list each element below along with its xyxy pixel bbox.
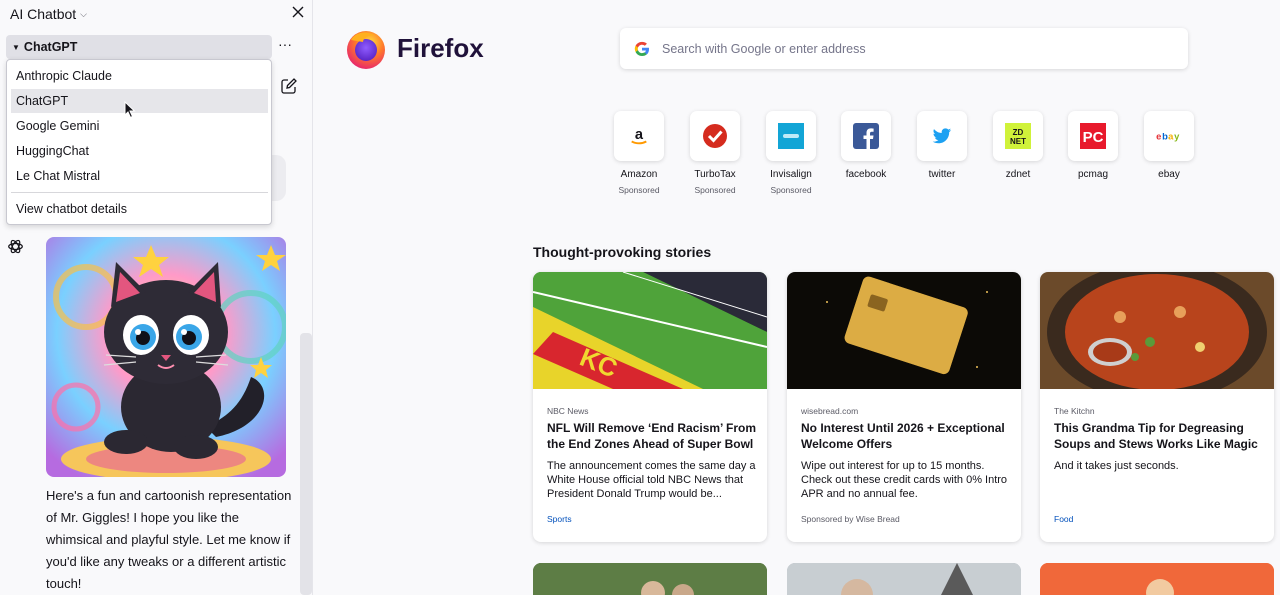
pcmag-icon: PC: [1080, 123, 1106, 149]
provider-select-value: ChatGPT: [23, 40, 78, 54]
shortcut-label: Amazon: [620, 169, 658, 180]
story-category[interactable]: Sports: [547, 514, 572, 524]
amazon-icon: a: [631, 127, 647, 145]
svg-text:ZD: ZD: [1013, 128, 1024, 137]
story-card-wisebread[interactable]: wisebread.com No Interest Until 2026 + E…: [787, 272, 1021, 542]
shortcut-label: ebay: [1158, 169, 1180, 180]
story-card-kitchn[interactable]: The Kitchn This Grandma Tip for Degreasi…: [1040, 272, 1274, 542]
story-title: NFL Will Remove ‘End Racism’ From the En…: [547, 421, 757, 451]
dropdown-item-mistral[interactable]: Le Chat Mistral: [11, 164, 268, 188]
provider-dropdown: Anthropic Claude ChatGPT Google Gemini H…: [6, 59, 272, 225]
story-sponsor: Sponsored by Wise Bread: [801, 514, 900, 524]
dropdown-divider: [11, 192, 268, 193]
shortcut-tile: a: [614, 111, 664, 161]
shortcut-pcmag[interactable]: PC pcmag: [1067, 111, 1119, 180]
shortcut-ebay[interactable]: e b a y ebay: [1143, 111, 1195, 180]
provider-select[interactable]: ▼ ChatGPT: [6, 35, 272, 59]
story-card-partial[interactable]: [533, 563, 767, 595]
generated-cat-image: [46, 237, 286, 477]
search-placeholder: Search with Google or enter address: [662, 41, 866, 56]
story-source: NBC News: [547, 406, 589, 416]
assistant-reply-text: Here's a fun and cartoonish representati…: [46, 488, 292, 591]
story-description: And it takes just seconds.: [1054, 460, 1179, 472]
shortcut-tile: [917, 111, 967, 161]
svg-text:y: y: [1174, 130, 1180, 141]
google-icon: [634, 41, 649, 56]
story-title: This Grandma Tip for Degreasing Soups an…: [1054, 421, 1258, 451]
shortcut-twitter[interactable]: twitter: [916, 111, 968, 180]
dropdown-item-claude[interactable]: Anthropic Claude: [11, 64, 268, 88]
story-card-partial[interactable]: [787, 563, 1021, 595]
sidebar-header: AI Chatbot ⌵: [0, 0, 313, 30]
shortcut-label: zdnet: [1005, 169, 1031, 180]
story-card-nfl[interactable]: KC NBC News NFL Will Remove ‘End Racism’…: [533, 272, 767, 542]
shortcut-tile: [841, 111, 891, 161]
edit-icon: [281, 78, 297, 94]
story-description: Wipe out interest for up to 15 months. C…: [801, 460, 1008, 500]
shortcut-turbotax[interactable]: TurboTax Sponsored: [689, 111, 741, 195]
invisalign-icon: [778, 123, 804, 149]
shortcut-amazon[interactable]: a Amazon Sponsored: [613, 111, 665, 195]
new-tab-page: Firefox Search with Google or enter addr…: [313, 0, 1280, 595]
sidebar-scrollbar[interactable]: [300, 333, 312, 595]
sidebar-title-menu[interactable]: AI Chatbot ⌵: [10, 6, 87, 22]
sidebar-title: AI Chatbot: [10, 6, 77, 22]
svg-text:e: e: [1156, 130, 1161, 141]
story-title: No Interest Until 2026 + Exceptional Wel…: [801, 421, 1005, 451]
story-image: [1040, 272, 1274, 389]
ai-chatbot-sidebar: AI Chatbot ⌵ ▼ ChatGPT ··· Anthropic Cla…: [0, 0, 313, 595]
story-source: wisebread.com: [801, 406, 859, 416]
story-source: The Kitchn: [1054, 406, 1095, 416]
shortcut-label: Invisalign: [770, 169, 812, 180]
firefox-logo-icon: [345, 28, 387, 70]
svg-text:NET: NET: [1010, 137, 1026, 146]
view-chatbot-details[interactable]: View chatbot details: [11, 197, 268, 221]
new-chat-button[interactable]: [280, 77, 298, 95]
shortcut-sponsored: Sponsored: [770, 185, 812, 195]
turbotax-icon: [703, 124, 727, 148]
shortcut-sponsored: Sponsored: [618, 185, 660, 195]
more-options-button[interactable]: ···: [278, 37, 294, 54]
chevron-down-icon: ▼: [12, 42, 20, 52]
story-image: [787, 272, 1021, 389]
close-icon: [292, 6, 304, 18]
dropdown-item-chatgpt[interactable]: ChatGPT: [11, 89, 268, 113]
stories-section-title: Thought-provoking stories: [533, 244, 712, 260]
chevron-down-icon: ⌵: [80, 9, 87, 19]
shortcut-label: twitter: [928, 169, 956, 180]
shortcut-sponsored: Sponsored: [694, 185, 736, 195]
story-image: KC: [533, 272, 767, 389]
search-input[interactable]: Search with Google or enter address: [620, 28, 1188, 69]
shortcut-zdnet[interactable]: ZD NET zdnet: [992, 111, 1044, 180]
shortcut-tile: ZD NET: [993, 111, 1043, 161]
story-card-partial[interactable]: [1040, 563, 1274, 595]
shortcut-label: pcmag: [1077, 169, 1108, 180]
shortcut-tile: [766, 111, 816, 161]
story-category[interactable]: Food: [1054, 514, 1073, 524]
story-description: The announcement comes the same day a Wh…: [547, 460, 756, 500]
chatgpt-logo-icon: [7, 238, 24, 255]
svg-text:PC: PC: [1083, 129, 1104, 146]
dropdown-item-huggingchat[interactable]: HuggingChat: [11, 139, 268, 163]
shortcut-tile: PC: [1068, 111, 1118, 161]
zdnet-icon: ZD NET: [1005, 123, 1031, 149]
svg-text:b: b: [1162, 130, 1168, 141]
svg-text:a: a: [635, 127, 644, 143]
close-sidebar-button[interactable]: [291, 5, 309, 23]
shortcut-label: facebook: [845, 169, 887, 180]
shortcut-facebook[interactable]: facebook: [840, 111, 892, 180]
shortcut-tile: [690, 111, 740, 161]
mouse-cursor-icon: [124, 101, 136, 119]
svg-text:a: a: [1168, 130, 1174, 141]
shortcut-tile: e b a y: [1144, 111, 1194, 161]
twitter-icon: [932, 128, 952, 144]
shortcut-invisalign[interactable]: Invisalign Sponsored: [765, 111, 817, 195]
ebay-icon: e b a y: [1156, 130, 1180, 141]
shortcut-label: TurboTax: [694, 169, 736, 180]
dropdown-item-gemini[interactable]: Google Gemini: [11, 114, 268, 138]
facebook-icon: [853, 123, 879, 149]
firefox-wordmark: Firefox: [397, 33, 484, 63]
